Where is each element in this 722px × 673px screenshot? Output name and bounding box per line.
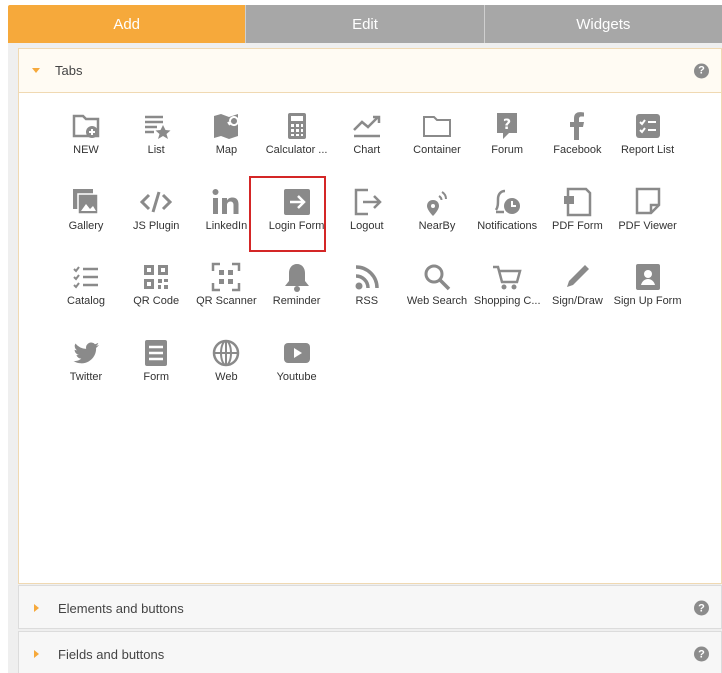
tab-type-item[interactable]: NearBy	[402, 180, 472, 246]
calculator-icon	[287, 113, 306, 139]
tab-type-item[interactable]: Reminder	[262, 255, 332, 321]
tab-type-label: Youtube	[276, 370, 317, 383]
globe-icon	[213, 339, 240, 366]
pdf-form-icon	[564, 187, 592, 216]
tab-type-item[interactable]: Map	[191, 104, 261, 170]
fields-section-header[interactable]: Fields and buttons ?	[19, 632, 721, 673]
new-folder-icon	[72, 114, 100, 138]
code-icon	[140, 191, 173, 212]
tab-type-item[interactable]: Web Search	[402, 255, 472, 321]
tab-type-item[interactable]: ? Forum	[472, 104, 542, 170]
list-icon	[145, 115, 171, 139]
tab-type-item[interactable]: Chart	[332, 104, 402, 170]
catalog-icon	[73, 266, 98, 289]
linkedin-icon	[212, 188, 239, 214]
tab-type-item[interactable]: Sign/Draw	[542, 255, 612, 321]
tab-type-label: Report List	[620, 144, 675, 156]
tab-type-label: Sign Up Form	[613, 295, 682, 307]
forum-icon: ?	[497, 113, 518, 139]
tab-type-item[interactable]: Facebook	[542, 104, 612, 170]
help-icon[interactable]: ?	[694, 63, 709, 78]
tab-type-item[interactable]: PDF Viewer	[613, 180, 683, 246]
pdf-viewer-icon	[635, 187, 660, 214]
tab-type-item[interactable]: Container	[402, 104, 472, 170]
gallery-icon	[73, 188, 99, 215]
facebook-icon	[570, 112, 585, 140]
rss-icon	[355, 265, 379, 290]
logout-icon	[354, 188, 382, 215]
tab-type-item[interactable]: Web	[191, 331, 261, 397]
help-icon[interactable]: ?	[694, 646, 709, 662]
caret-down-icon	[32, 68, 40, 73]
selected-item-highlight	[249, 176, 326, 252]
tab-edit[interactable]: Edit	[245, 5, 484, 43]
top-tab-bar: Add Edit Widgets	[8, 5, 722, 43]
caret-right-icon	[34, 650, 39, 658]
bell-icon	[284, 264, 309, 292]
section-title: Tabs	[55, 63, 83, 78]
tab-type-item[interactable]: Shopping C...	[472, 255, 542, 321]
tab-widgets[interactable]: Widgets	[483, 5, 722, 43]
form-icon	[145, 339, 168, 366]
pen-icon	[567, 265, 590, 287]
tab-type-item[interactable]: Calculator ...	[262, 104, 332, 170]
elements-section: Elements and buttons ?	[18, 585, 722, 629]
tab-type-item[interactable]: Youtube	[262, 331, 332, 397]
tab-type-item[interactable]: QR Scanner	[191, 255, 261, 321]
nearby-icon	[427, 190, 447, 216]
search-icon	[424, 264, 451, 291]
tab-type-item[interactable]: Sign Up Form	[613, 255, 683, 321]
cart-icon	[493, 265, 522, 290]
tab-type-item[interactable]: Catalog	[51, 255, 121, 321]
help-icon[interactable]: ?	[694, 600, 709, 616]
tab-type-item[interactable]: RSS	[332, 255, 402, 321]
tab-type-item[interactable]: Logout	[332, 180, 402, 246]
tab-type-item[interactable]: Report List	[613, 104, 683, 170]
svg-text:?: ?	[503, 117, 511, 133]
notifications-icon	[495, 189, 521, 214]
tab-type-item[interactable]: JS Plugin	[121, 180, 191, 246]
tab-add[interactable]: Add	[8, 5, 246, 43]
caret-right-icon	[34, 604, 39, 612]
tab-type-item[interactable]: List	[121, 104, 191, 170]
fields-section: Fields and buttons ?	[18, 631, 722, 673]
youtube-icon	[283, 342, 310, 363]
qr-scanner-icon	[212, 262, 241, 292]
panel-body: Tabs ? NEW List Map Calculator ... Chart Cont…	[8, 43, 722, 673]
folder-icon	[423, 116, 451, 137]
report-list-icon	[635, 114, 660, 138]
map-icon	[214, 114, 240, 139]
tab-type-item[interactable]: Form	[121, 331, 191, 397]
tab-type-item[interactable]: Gallery	[51, 180, 121, 246]
section-title: Fields and buttons	[58, 646, 165, 662]
chart-icon	[352, 115, 381, 138]
tab-type-label: PDF Viewer	[618, 219, 677, 232]
tab-type-item[interactable]: Notifications	[472, 180, 542, 246]
tab-type-item[interactable]: PDF Form	[542, 180, 612, 246]
section-title: Elements and buttons	[58, 600, 184, 616]
tabs-section-header[interactable]: Tabs ?	[19, 49, 721, 93]
qr-code-icon	[144, 265, 169, 289]
user-card-icon	[635, 264, 660, 290]
tab-type-item[interactable]: QR Code	[121, 255, 191, 321]
tab-type-item[interactable]: NEW	[51, 104, 121, 170]
tabs-section: Tabs ? NEW List Map Calculator ... Chart Cont…	[18, 48, 722, 584]
tab-type-item[interactable]: Twitter	[51, 331, 121, 397]
elements-section-header[interactable]: Elements and buttons ?	[19, 586, 721, 630]
twitter-icon	[73, 342, 99, 363]
